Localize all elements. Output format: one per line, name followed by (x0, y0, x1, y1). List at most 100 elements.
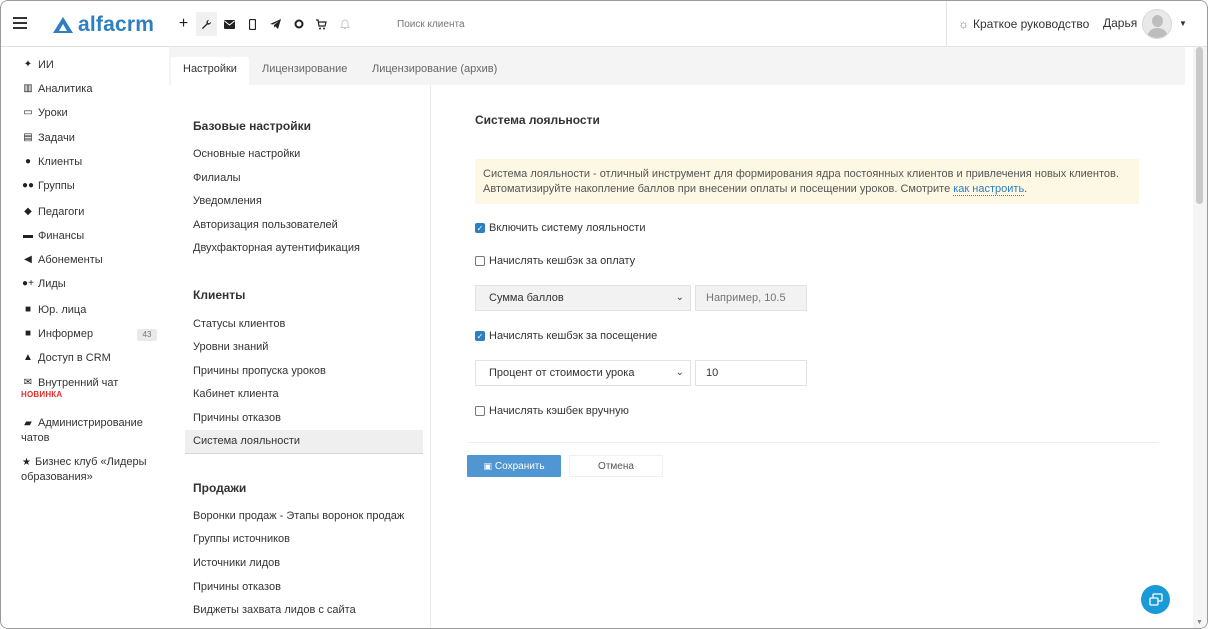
cashback-manual-label: Начислять кэшбек вручную (489, 405, 629, 417)
sidebar-item-lessons[interactable]: ▭ Уроки (21, 107, 68, 119)
nav-link-lead-widgets[interactable]: Виджеты захвата лидов с сайта (185, 599, 423, 623)
cart-icon[interactable] (311, 12, 332, 36)
payment-cashback-amount-input[interactable] (695, 285, 807, 311)
sidebar-item-ai[interactable]: ✦ ИИ (21, 59, 54, 71)
plus-icon[interactable]: + (173, 12, 194, 36)
scrollbar[interactable]: ▼ (1193, 47, 1207, 628)
nav-link-knowledge-levels[interactable]: Уровни знаний (185, 336, 423, 360)
logo-text: alfacrm (78, 13, 155, 36)
new-badge: НОВИНКА (21, 390, 63, 399)
nav-link-branches[interactable]: Филиалы (185, 167, 423, 191)
nav-link-loyalty[interactable]: Система лояльности (185, 430, 423, 454)
nav-link-sales-funnels[interactable]: Воронки продаж - Этапы воронок продаж (185, 505, 423, 529)
nav-link-refusal-reasons[interactable]: Причины отказов (185, 407, 423, 431)
visit-cashback-type-select[interactable]: Процент от стоимости урока ⌄ (475, 360, 691, 386)
sidebar-item-crm-access[interactable]: ▲ Доступ в CRM (21, 352, 111, 364)
sidebar-item-label: Доступ в CRM (38, 352, 111, 364)
sidebar-item-subscriptions[interactable]: ◀ Абонементы (21, 254, 103, 266)
scroll-down-icon[interactable]: ▼ (1196, 619, 1203, 626)
alert-line-1: Система лояльности - отличный инструмент… (483, 168, 1119, 180)
nav-link-client-cabinet[interactable]: Кабинет клиента (185, 383, 423, 407)
settings-nav: Базовые настройки Основные настройки Фил… (169, 85, 431, 628)
scroll-thumb[interactable] (1196, 47, 1203, 204)
support-chat-button[interactable] (1141, 585, 1170, 614)
mail-icon[interactable] (219, 12, 240, 36)
sidebar-item-label: Педагоги (38, 206, 85, 218)
user-name[interactable]: Дарья (1103, 16, 1137, 30)
enable-loyalty-label: Включить систему лояльности (489, 222, 646, 234)
sidebar-item-analytics[interactable]: ▥ Аналитика (21, 83, 92, 95)
guide-link[interactable]: ☼ Краткое руководство (958, 17, 1089, 31)
nav-link-user-auth[interactable]: Авторизация пользователей (185, 214, 423, 238)
sidebar-item-chat-admin[interactable]: ▰ Администрирование чатов (21, 416, 151, 446)
toolbar-icons: + (173, 12, 357, 36)
bell-icon[interactable] (334, 12, 355, 36)
sidebar-item-label: Лиды (38, 278, 66, 290)
user-plus-icon: ●+ (22, 278, 34, 289)
nav-link-two-factor[interactable]: Двухфакторная аутентификация (185, 237, 423, 261)
sidebar-item-clients[interactable]: ● Клиенты (21, 156, 82, 168)
sidebar-item-business-club[interactable]: ★ Бизнес клуб «Лидеры образования» (21, 455, 151, 485)
cancel-button[interactable]: Отмена (569, 455, 663, 477)
checkbox-unchecked-icon[interactable] (475, 406, 485, 416)
nav-link-lead-sources[interactable]: Источники лидов (185, 552, 423, 576)
sidebar-item-legal-entities[interactable]: ■ Юр. лица (21, 304, 86, 316)
payment-cashback-type-select[interactable]: Сумма баллов ⌄ (475, 285, 691, 311)
chevron-down-icon: ⌄ (675, 292, 684, 303)
sidebar-item-label: Внутренний чат НОВИНКА (21, 377, 119, 399)
visit-cashback-amount-input[interactable] (695, 360, 807, 386)
caret-down-icon[interactable]: ▼ (1179, 19, 1187, 28)
lock-icon: ▲ (23, 352, 33, 363)
sidebar-item-label: Задачи (38, 132, 75, 144)
checkbox-checked-icon[interactable]: ✓ (475, 331, 485, 341)
menu-icon[interactable] (13, 17, 27, 29)
logo-triangle-icon (53, 17, 73, 33)
sidebar-item-label: Уроки (38, 107, 68, 119)
avatar[interactable] (1142, 9, 1172, 39)
cashback-manual-checkbox[interactable]: Начислять кэшбек вручную (475, 405, 629, 417)
chat-icon: ▰ (24, 418, 32, 429)
sidebar-item-tasks[interactable]: ▤ Задачи (21, 132, 75, 144)
logo[interactable]: alfacrm (52, 13, 154, 37)
how-to-setup-link[interactable]: как настроить (953, 183, 1025, 196)
wrench-icon[interactable] (196, 12, 217, 36)
card-icon: ■ (24, 328, 32, 339)
loyalty-form: Система лояльности Система лояльности - … (431, 85, 1185, 628)
checkbox-checked-icon[interactable]: ✓ (475, 223, 485, 233)
sidebar-item-groups[interactable]: ●● Группы (21, 180, 75, 192)
sidebar-item-leads[interactable]: ●+ Лиды (21, 278, 66, 290)
tab-settings[interactable]: Настройки (171, 57, 249, 85)
nav-link-main-settings[interactable]: Основные настройки (185, 143, 423, 167)
nav-link-client-statuses[interactable]: Статусы клиентов (185, 313, 423, 337)
nav-link-source-groups[interactable]: Группы источников (185, 528, 423, 552)
sidebar-item-teachers[interactable]: ◆ Педагоги (21, 206, 84, 218)
cashback-visit-checkbox[interactable]: ✓ Начислять кешбэк за посещение (475, 330, 657, 342)
informer-badge: 43 (137, 329, 157, 341)
cashback-payment-checkbox[interactable]: Начислять кешбэк за оплату (475, 255, 635, 267)
phone-icon[interactable] (242, 12, 263, 36)
envelope-icon: ✉ (23, 377, 33, 388)
nav-link-absence-reasons[interactable]: Причины пропуска уроков (185, 360, 423, 384)
nav-link-sales-refusal-reasons[interactable]: Причины отказов (185, 576, 423, 600)
graduation-icon: ◆ (24, 206, 32, 217)
topbar-divider (946, 1, 947, 47)
tab-licensing[interactable]: Лицензирование (250, 57, 359, 85)
checkbox-unchecked-icon[interactable] (475, 256, 485, 266)
save-button[interactable]: ▣ Сохранить (467, 455, 561, 477)
sidebar-item-internal-chat[interactable]: ✉ Внутренний чат НОВИНКА (21, 377, 118, 399)
sidebar-item-informer[interactable]: ■ Информер (21, 328, 93, 340)
nav-group-sales: Продажи (193, 481, 247, 495)
briefcase-icon: ■ (24, 304, 32, 315)
sparkle-icon: ✦ (23, 59, 33, 70)
nav-group-basic: Базовые настройки (193, 119, 311, 133)
telegram-icon[interactable] (265, 12, 286, 36)
page-title: Система лояльности (475, 113, 600, 127)
search-input[interactable] (397, 15, 777, 33)
nav-link-notifications[interactable]: Уведомления (185, 190, 423, 214)
user-icon: ● (24, 156, 32, 167)
tab-licensing-archive[interactable]: Лицензирование (архив) (360, 57, 509, 85)
circle-icon[interactable] (288, 12, 309, 36)
sidebar-item-finance[interactable]: ▬ Финансы (21, 230, 84, 242)
save-label: Сохранить (494, 460, 545, 472)
enable-loyalty-checkbox[interactable]: ✓ Включить систему лояльности (475, 222, 645, 234)
